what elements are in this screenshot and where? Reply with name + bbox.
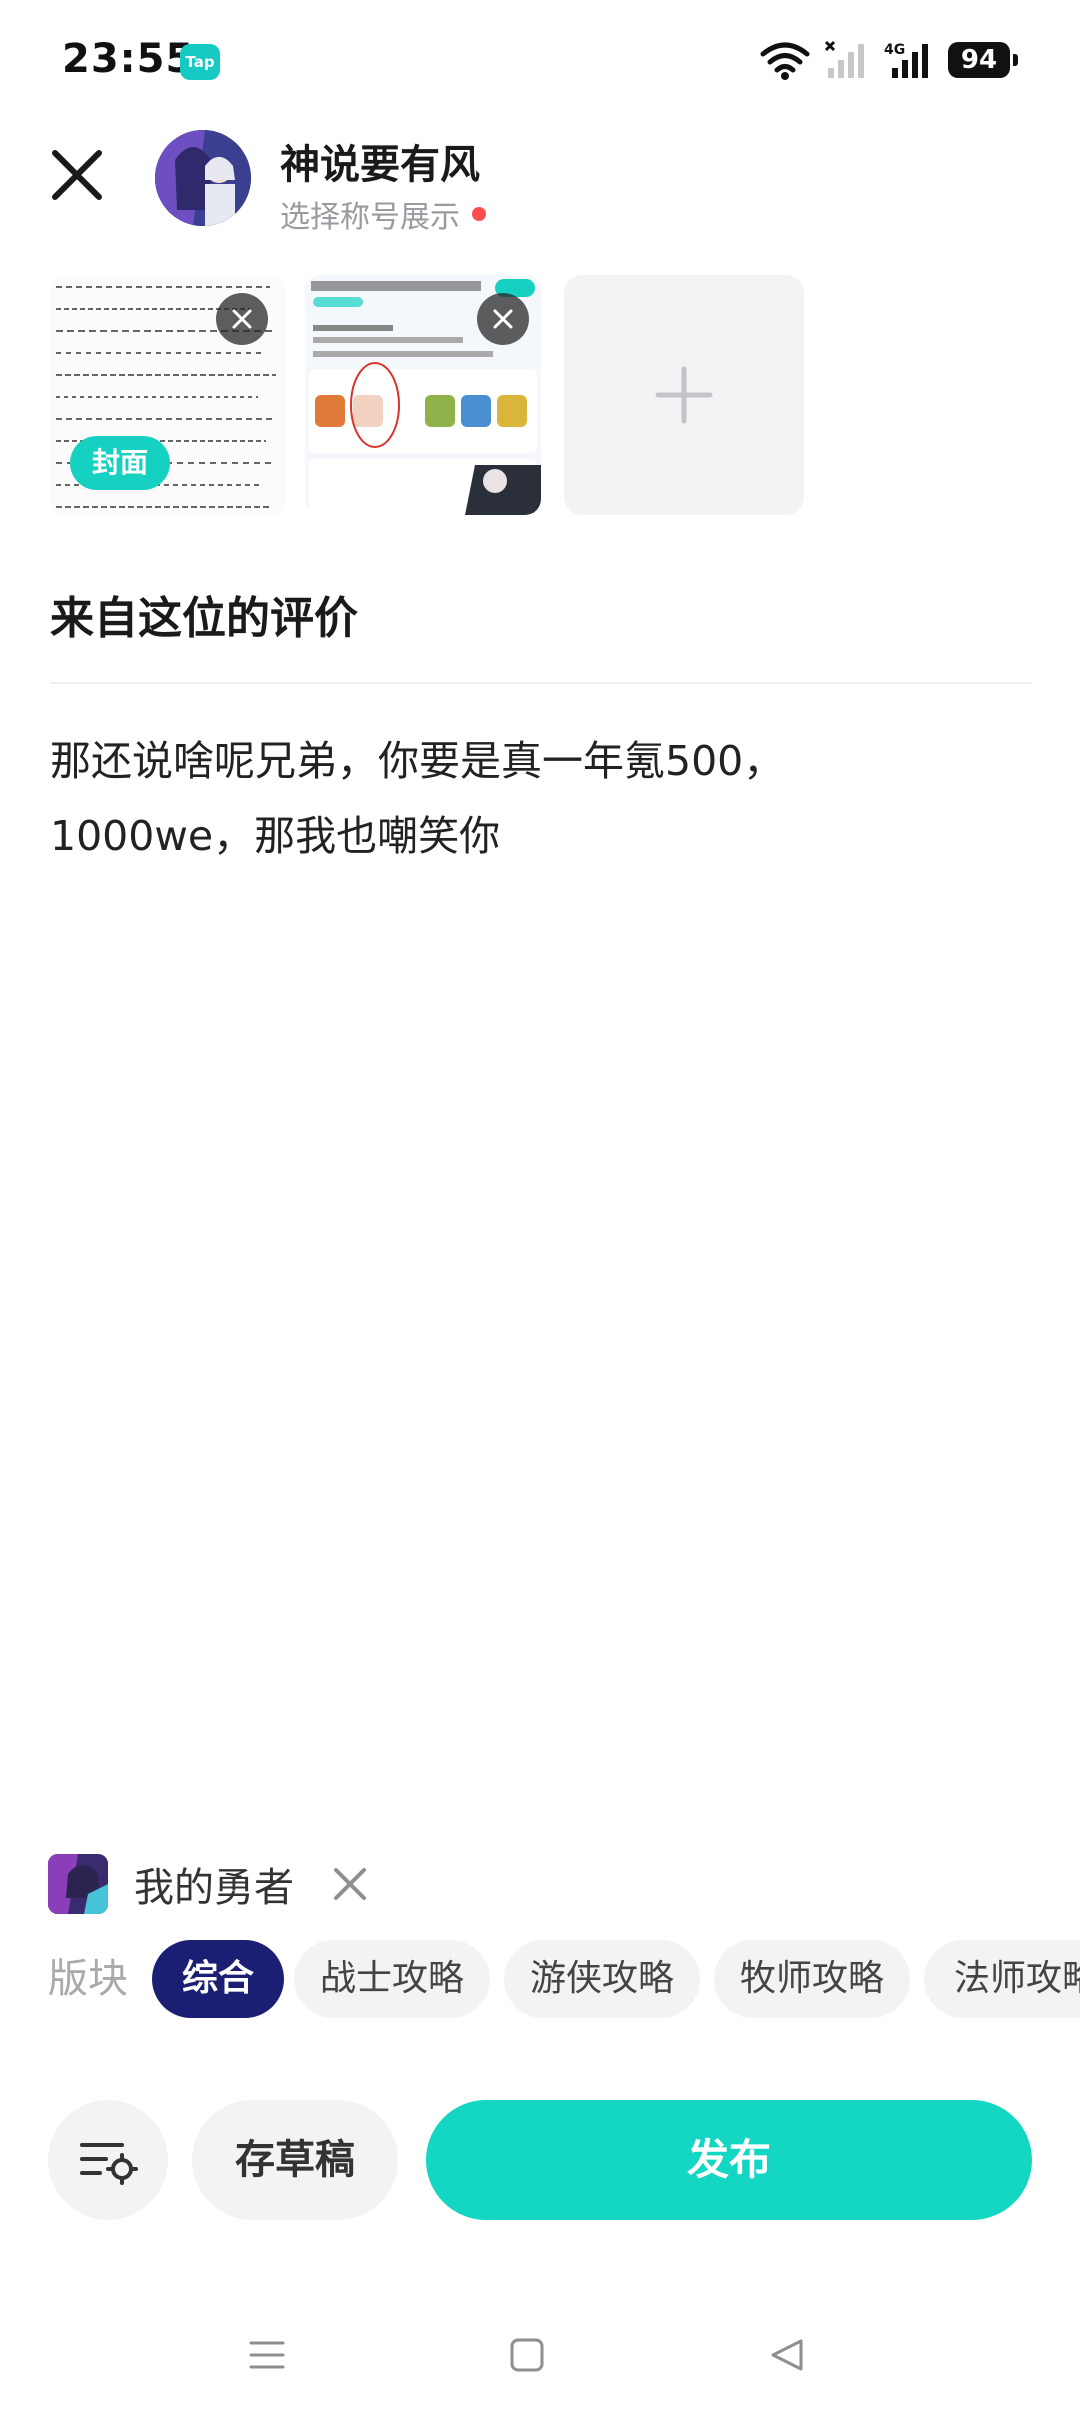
status-bar: 23:55 Tap 4G 94 (0, 0, 1080, 120)
system-nav-bar (0, 2300, 1080, 2412)
add-image-button[interactable] (564, 275, 804, 515)
review-text-area[interactable]: 那还说啥呢兄弟，你要是真一年氪500， 1000we，那我也嘲笑你 (50, 724, 870, 874)
divider (50, 682, 1032, 684)
close-icon (232, 309, 252, 329)
nav-home-button[interactable] (492, 2320, 562, 2390)
battery-icon: 94 (948, 42, 1018, 78)
save-draft-button[interactable]: 存草稿 (192, 2100, 398, 2220)
wifi-icon (760, 42, 810, 80)
signal-sim1-icon (824, 40, 864, 78)
close-button[interactable] (42, 140, 112, 210)
settings-button[interactable] (48, 2100, 168, 2220)
section-chip-ranger[interactable]: 游侠攻略 (504, 1940, 700, 2018)
title-select[interactable]: 选择称号展示 (280, 192, 486, 236)
user-name: 神说要有风 (280, 142, 480, 188)
image-thumbnail-2[interactable] (305, 275, 541, 515)
plus-icon (655, 366, 713, 424)
review-section-title: 来自这位的评价 (50, 593, 358, 644)
close-icon (52, 150, 102, 200)
close-icon (334, 1868, 366, 1900)
section-chip-priest[interactable]: 牧师攻略 (714, 1940, 910, 2018)
new-dot (472, 207, 486, 221)
taptap-notification-icon: Tap (180, 44, 220, 80)
back-icon (771, 2339, 803, 2371)
menu-icon (249, 2341, 285, 2369)
remove-game-button[interactable] (328, 1862, 372, 1906)
section-chip-general[interactable]: 综合 (152, 1940, 284, 2018)
game-name: 我的勇者 (134, 1865, 294, 1911)
review-text-line: 1000we，那我也嘲笑你 (50, 812, 501, 860)
game-tag[interactable]: 我的勇者 (48, 1854, 372, 1914)
nav-menu-button[interactable] (232, 2320, 302, 2390)
nav-back-button[interactable] (752, 2320, 822, 2390)
section-chip-mage[interactable]: 法师攻略 (924, 1940, 1080, 2018)
section-label: 版块 (48, 1956, 128, 2002)
title-select-label: 选择称号展示 (280, 200, 460, 235)
cover-badge: 封面 (70, 436, 170, 490)
remove-image-2-button[interactable] (477, 293, 529, 345)
svg-text:4G: 4G (884, 42, 905, 58)
status-time: 23:55 (62, 36, 195, 82)
close-icon (493, 309, 513, 329)
home-icon (510, 2338, 544, 2372)
publish-button[interactable]: 发布 (426, 2100, 1032, 2220)
signal-4g-icon: 4G (884, 42, 928, 78)
settings-icon (80, 2143, 138, 2185)
review-text-line: 那还说啥呢兄弟，你要是真一年氪500， (50, 737, 785, 785)
avatar-image (155, 130, 251, 226)
remove-image-1-button[interactable] (216, 293, 268, 345)
section-selector: 版块 综合 战士攻略 游侠攻略 牧师攻略 法师攻略 (48, 1940, 1080, 2018)
avatar[interactable] (155, 130, 251, 226)
game-icon (48, 1854, 108, 1914)
status-icons: 4G 94 (760, 36, 1018, 84)
section-chip-warrior[interactable]: 战士攻略 (294, 1940, 490, 2018)
